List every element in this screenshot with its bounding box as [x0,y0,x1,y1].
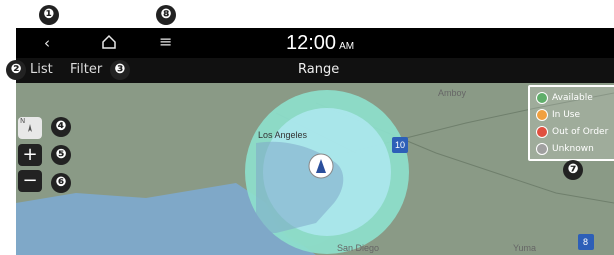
compass-button[interactable]: N [18,117,42,139]
city-label-amboy: Amboy [438,88,467,98]
compass-icon: N [20,117,26,125]
clock: 12:00 AM [286,31,354,59]
map-view[interactable]: Los Angeles Amboy San Diego Yuma 10 8 N … [16,83,614,255]
callout-8: ❽ [156,5,176,25]
legend-label: Unknown [552,144,594,154]
infotainment-screen: ‹ ≡ 12:00 AM List Filter Range Los Angel… [16,28,614,255]
callout-1: ❶ [39,5,59,25]
back-icon[interactable]: ‹ [44,34,50,52]
list-button[interactable]: List [30,62,53,77]
home-icon[interactable] [100,33,118,51]
city-label-yuma: Yuma [513,243,537,253]
toolbar: List Filter Range [16,58,614,83]
city-label-sandiego: San Diego [337,243,380,253]
status-bar: ‹ ≡ 12:00 AM [16,28,614,58]
legend-label: In Use [552,110,581,120]
shield-label-8: 8 [583,237,589,247]
shield-label-10: 10 [395,140,406,150]
clock-time: 12:00 [286,32,337,54]
callout-2: ❷ [6,60,26,80]
callout-3: ❸ [110,60,130,80]
legend-label: Out of Order [552,127,609,137]
filter-button[interactable]: Filter [70,62,102,77]
clock-ampm: AM [339,41,355,52]
callout-7: ❼ [563,160,583,180]
in-use-dot-icon [536,109,548,121]
out-of-order-dot-icon [536,126,548,138]
zoom-in-button[interactable]: + [18,144,42,166]
callout-6: ❻ [51,173,71,193]
charger-status-legend: Available In Use Out of Order Unknown [528,85,614,161]
callout-5: ❺ [51,145,71,165]
city-label-la: Los Angeles [258,130,308,140]
menu-icon[interactable]: ≡ [159,33,172,51]
zoom-out-button[interactable]: − [18,170,42,192]
legend-label: Available [552,93,593,103]
page-title: Range [298,62,340,77]
unknown-dot-icon [536,143,548,155]
callout-4: ❹ [51,117,71,137]
map-canvas [16,83,614,255]
available-dot-icon [536,92,548,104]
